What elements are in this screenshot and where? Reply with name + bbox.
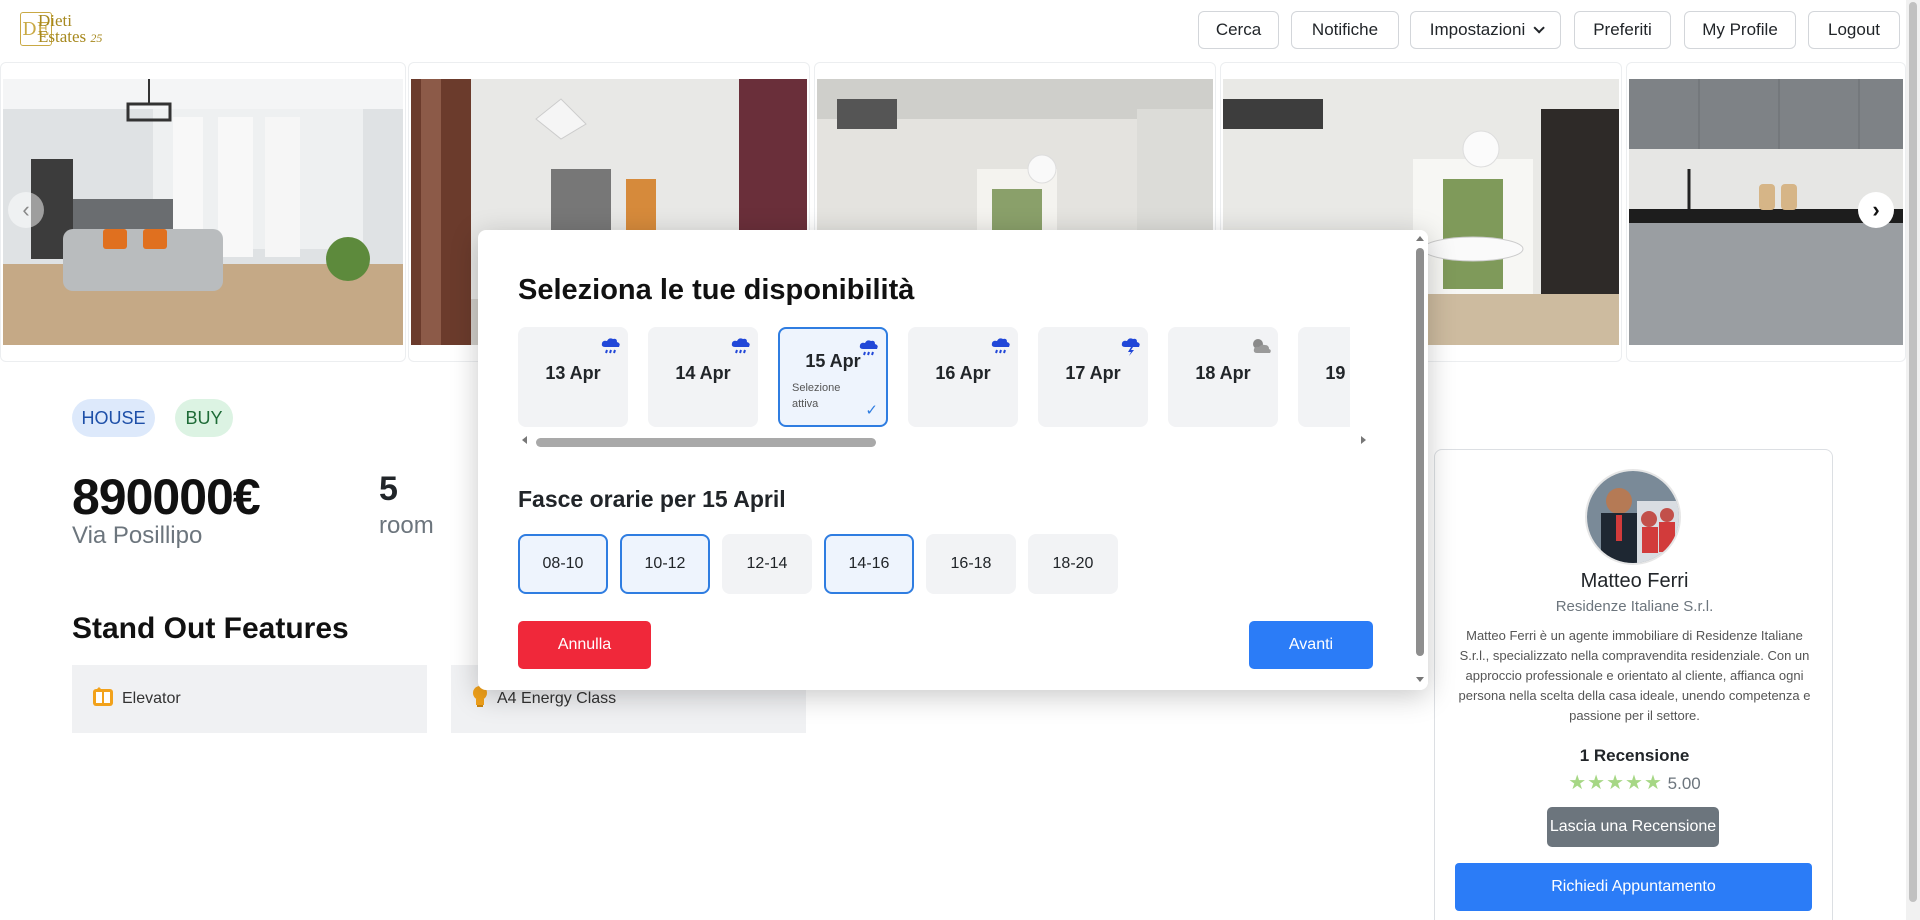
logout-button-label: Logout <box>1828 20 1880 39</box>
gallery-photo-living-room[interactable] <box>0 62 406 362</box>
my-profile-button[interactable]: My Profile <box>1684 11 1796 49</box>
day-card[interactable]: 18 Apr <box>1168 327 1278 427</box>
agent-card: Matteo Ferri Residenze Italiane S.r.l. M… <box>1434 449 1833 920</box>
leave-review-label: Lascia una Recensione <box>1549 818 1717 835</box>
time-slot[interactable]: 08-10 <box>518 534 608 594</box>
contract-badge: BUY <box>175 399 233 437</box>
day-label: 18 Apr <box>1195 363 1251 383</box>
time-slot[interactable]: 16-18 <box>926 534 1016 594</box>
elevator-icon <box>92 686 114 713</box>
scroll-up-icon[interactable] <box>1415 234 1425 242</box>
day-strip-scrollbar[interactable] <box>518 432 1370 448</box>
chevron-left-icon: ‹ <box>22 197 30 222</box>
agent-company: Residenze Italiane S.r.l. <box>1555 598 1714 615</box>
notifications-button[interactable]: Notifiche <box>1291 11 1399 49</box>
feature-label: Elevator <box>122 690 181 707</box>
time-slots-title: Fasce orarie per 15 April <box>518 486 786 512</box>
scrollbar-thumb[interactable] <box>536 438 876 447</box>
top-navbar: DE Dieti Estates 25 Cerca Notifiche Impo… <box>0 0 1920 60</box>
page-root: DE Dieti Estates 25 Cerca Notifiche Impo… <box>0 0 1920 920</box>
rooms-count: 5 <box>379 470 398 508</box>
brand-name: Dieti Estates 25 <box>38 12 103 46</box>
day-label: 19 Apr <box>1325 363 1350 383</box>
agent-avatar <box>1585 469 1681 565</box>
day-label: 13 Apr <box>545 363 601 383</box>
scroll-left-icon[interactable] <box>520 435 528 445</box>
day-card[interactable]: 16 Apr <box>908 327 1018 427</box>
rain-icon <box>991 338 1010 354</box>
chevron-right-icon: › <box>1872 197 1880 222</box>
rating-value: 5.00 <box>1667 774 1701 793</box>
rooms-label: room <box>379 512 434 539</box>
availability-modal: Seleziona le tue disponibilità 13 Apr 14… <box>478 230 1428 690</box>
day-label: 16 Apr <box>935 363 991 383</box>
next-button-label: Avanti <box>1288 636 1334 653</box>
brand-line-2-text: Estates <box>38 26 87 46</box>
leave-review-button[interactable]: Lascia una Recensione <box>1547 807 1719 847</box>
search-button-label: Cerca <box>1215 20 1262 39</box>
time-slot[interactable]: 12-14 <box>722 534 812 594</box>
day-label: 17 Apr <box>1065 363 1121 383</box>
favorites-button[interactable]: Preferiti <box>1574 11 1671 49</box>
agent-bio: Matteo Ferri è un agente immobiliare di … <box>1458 628 1811 723</box>
time-slot[interactable]: 10-12 <box>620 534 710 594</box>
gallery-prev-button[interactable]: ‹ <box>8 192 44 228</box>
feature-label: A4 Energy Class <box>497 690 617 707</box>
modal-scrollbar-thumb[interactable] <box>1416 248 1424 656</box>
thunderstorm-icon <box>1121 338 1140 356</box>
cancel-button[interactable]: Annulla <box>518 621 651 669</box>
next-button[interactable]: Avanti <box>1249 621 1373 669</box>
settings-dropdown[interactable]: Impostazioni <box>1410 11 1561 49</box>
time-slot[interactable]: 14-16 <box>824 534 914 594</box>
favorites-button-label: Preferiti <box>1593 20 1652 39</box>
notifications-button-label: Notifiche <box>1311 20 1379 39</box>
brand-logo[interactable]: DE Dieti Estates 25 <box>20 12 102 46</box>
request-appointment-button[interactable]: Richiedi Appuntamento <box>1455 863 1812 911</box>
active-selection-note: Selezione attiva <box>792 382 841 410</box>
scroll-right-icon[interactable] <box>1360 435 1368 445</box>
property-price: 890000€ <box>72 469 261 525</box>
day-card-selected[interactable]: 15 Apr Selezione attiva ✓ <box>778 327 888 427</box>
rain-icon <box>731 338 750 354</box>
request-appointment-label: Richiedi Appuntamento <box>1551 878 1716 895</box>
features-title: Stand Out Features <box>72 612 349 645</box>
my-profile-button-label: My Profile <box>1702 20 1778 39</box>
settings-dropdown-label: Impostazioni <box>1429 20 1526 39</box>
brand-line-2: Estates 25 <box>38 26 103 46</box>
page-scrollbar-thumb[interactable] <box>1909 2 1917 902</box>
day-selector[interactable]: 13 Apr 14 Apr 15 Apr Selezione attiva ✓ … <box>518 327 1350 429</box>
review-count: 1 Recensione <box>1579 746 1690 765</box>
day-card[interactable]: 13 Apr <box>518 327 628 427</box>
type-badge: HOUSE <box>72 399 155 437</box>
day-card[interactable]: 14 Apr <box>648 327 758 427</box>
feature-elevator: Elevator <box>72 665 427 733</box>
day-label: 14 Apr <box>675 363 731 383</box>
day-card[interactable]: 19 Apr <box>1298 327 1350 427</box>
logout-button[interactable]: Logout <box>1808 11 1900 49</box>
modal-title: Seleziona le tue disponibilità <box>518 274 915 306</box>
partly-cloudy-icon <box>1253 339 1271 353</box>
rain-icon <box>859 340 878 356</box>
living-room-image <box>3 79 403 345</box>
agent-name: Matteo Ferri <box>1580 570 1689 592</box>
day-card[interactable]: 17 Apr <box>1038 327 1148 427</box>
cancel-button-label: Annulla <box>557 636 612 653</box>
rain-icon <box>601 338 620 354</box>
time-slot[interactable]: 18-20 <box>1028 534 1118 594</box>
gallery-next-button[interactable]: › <box>1858 192 1894 228</box>
brand-suffix: 25 <box>90 30 103 45</box>
chevron-down-icon <box>1533 22 1545 34</box>
check-icon: ✓ <box>865 402 878 419</box>
agent-rating: ★★★★★ 5.00 <box>1435 770 1834 795</box>
scroll-down-icon[interactable] <box>1415 676 1425 684</box>
search-button[interactable]: Cerca <box>1198 11 1279 49</box>
property-address: Via Posillipo <box>72 522 203 549</box>
star-rating-icon: ★★★★★ <box>1568 772 1663 794</box>
